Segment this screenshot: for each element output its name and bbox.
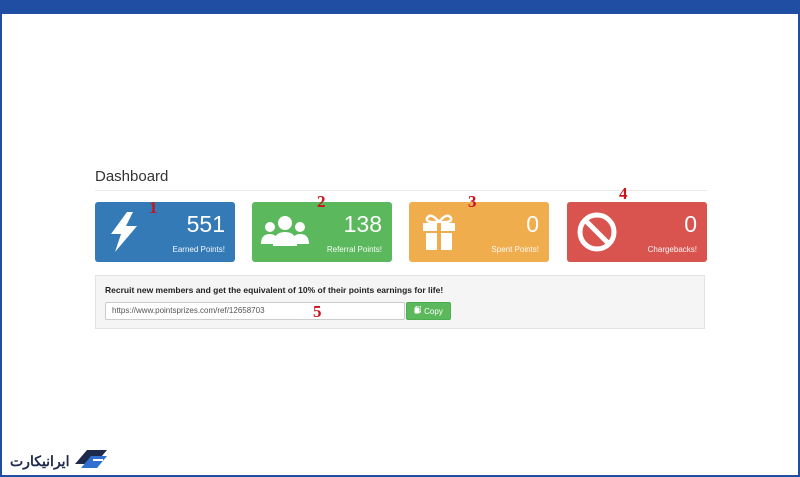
page-title: Dashboard <box>95 168 169 185</box>
referral-description: Recruit new members and get the equivale… <box>105 285 444 295</box>
annotation-marker-4: 4 <box>619 184 628 203</box>
chargebacks-card[interactable]: 0 Chargebacks! <box>567 202 707 262</box>
annotation-marker-3: 3 <box>468 192 477 211</box>
chargebacks-value: 0 <box>684 211 697 237</box>
earned-points-label: Earned Points! <box>172 245 225 254</box>
prohibited-icon <box>575 210 619 254</box>
title-divider <box>95 190 707 191</box>
lightning-bolt-icon <box>103 210 147 254</box>
gift-icon <box>417 210 461 254</box>
annotation-marker-5: 5 <box>313 302 322 321</box>
spent-points-card[interactable]: 0 Spent Points! <box>409 202 549 262</box>
earned-points-card[interactable]: 551 Earned Points! <box>95 202 235 262</box>
chargebacks-label: Chargebacks! <box>647 245 697 254</box>
annotation-marker-2: 2 <box>317 192 326 211</box>
referral-points-label: Referral Points! <box>326 245 382 254</box>
card-logo-icon <box>73 448 109 475</box>
spent-points-label: Spent Points! <box>491 245 539 254</box>
users-group-icon <box>258 210 312 254</box>
spent-points-value: 0 <box>526 211 539 237</box>
copy-button[interactable]: Copy <box>406 302 451 320</box>
brand-wordmark: ایرانیکارت <box>10 453 70 469</box>
earned-points-value: 551 <box>186 211 225 237</box>
annotation-marker-1: 1 <box>149 198 158 217</box>
brand-logo: ایرانیکارت <box>10 448 109 475</box>
referral-link-input[interactable]: https://www.pointsprizes.com/ref/1265870… <box>105 302 405 320</box>
referral-panel: Recruit new members and get the equivale… <box>95 275 705 329</box>
copy-button-label: Copy <box>424 306 443 316</box>
copy-icon <box>414 305 422 316</box>
referral-points-value: 138 <box>343 211 382 237</box>
